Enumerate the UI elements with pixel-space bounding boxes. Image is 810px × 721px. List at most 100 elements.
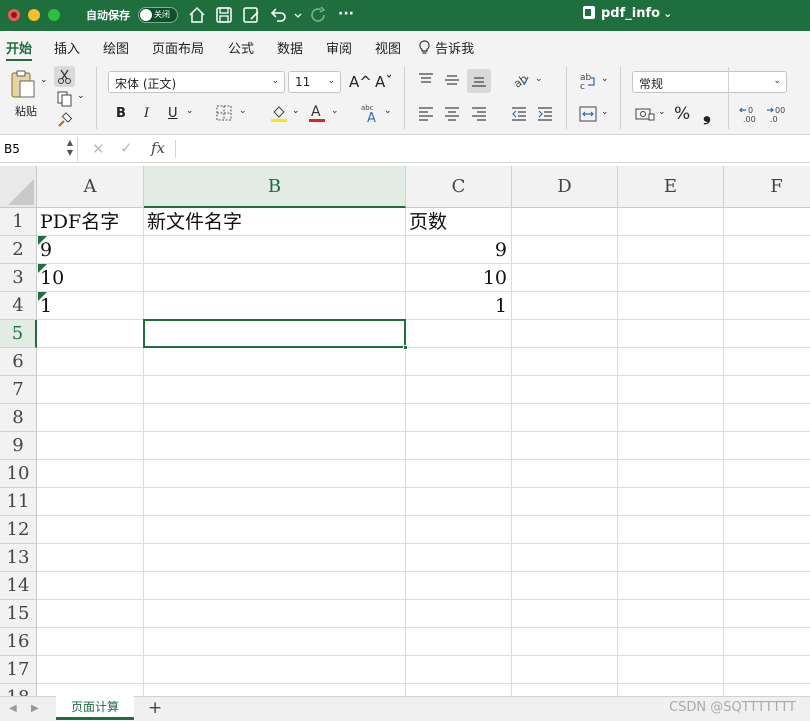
add-sheet-button[interactable]: + bbox=[148, 698, 162, 718]
merge-center-icon[interactable] bbox=[579, 106, 597, 122]
name-box-stepper-icon[interactable]: ▲ ▼ bbox=[67, 138, 73, 158]
zoom-window-button[interactable] bbox=[48, 9, 60, 21]
format-painter-icon[interactable] bbox=[56, 112, 73, 129]
number-as-text-indicator[interactable] bbox=[38, 264, 47, 273]
tab-insert[interactable]: 插入 bbox=[54, 38, 80, 57]
col-header-d[interactable]: D bbox=[512, 166, 618, 208]
row-header-17[interactable]: 17 bbox=[0, 656, 37, 684]
orientation-icon[interactable]: ab bbox=[512, 72, 530, 88]
tell-me[interactable]: 告诉我 bbox=[418, 38, 474, 57]
number-format-select[interactable]: 常规 ⌄ bbox=[632, 71, 787, 93]
col-header-b[interactable]: B bbox=[144, 166, 406, 208]
italic-button[interactable]: I bbox=[144, 106, 149, 121]
increase-indent-icon[interactable] bbox=[537, 107, 553, 121]
align-left-icon[interactable] bbox=[418, 107, 434, 121]
underline-button[interactable]: U bbox=[168, 106, 178, 121]
col-header-f[interactable]: F bbox=[724, 166, 810, 208]
tab-formulas[interactable]: 公式 bbox=[228, 38, 254, 57]
cell-c3[interactable]: 10 bbox=[406, 264, 511, 292]
save-as-icon[interactable] bbox=[241, 5, 261, 25]
row-header-9[interactable]: 9 bbox=[0, 432, 37, 460]
save-icon[interactable] bbox=[214, 5, 234, 25]
decrease-indent-icon[interactable] bbox=[511, 107, 527, 121]
prev-sheet-icon[interactable]: ◀ bbox=[9, 703, 17, 714]
next-sheet-icon[interactable]: ▶ bbox=[31, 703, 39, 714]
more-icon[interactable]: ··· bbox=[338, 6, 354, 22]
select-all-corner[interactable] bbox=[0, 166, 37, 208]
cell-c4[interactable]: 1 bbox=[406, 292, 511, 320]
wrap-text-icon[interactable]: ab c bbox=[579, 72, 597, 90]
col-header-e[interactable]: E bbox=[618, 166, 724, 208]
tab-review[interactable]: 审阅 bbox=[326, 38, 352, 57]
font-color-dropdown-icon[interactable]: ⌄ bbox=[331, 106, 339, 116]
cell-c2[interactable]: 9 bbox=[406, 236, 511, 264]
cell-a2[interactable]: 9 bbox=[37, 236, 143, 264]
undo-icon[interactable] bbox=[268, 5, 288, 25]
spreadsheet-grid[interactable]: ABCDEF123456789101112131415161718PDF名字新文… bbox=[0, 166, 810, 696]
insert-function-icon[interactable]: fx bbox=[151, 139, 165, 157]
title-caret-icon[interactable]: ⌄ bbox=[663, 7, 672, 20]
row-header-7[interactable]: 7 bbox=[0, 376, 37, 404]
increase-decimal-icon[interactable]: .00 0 bbox=[739, 105, 759, 123]
number-as-text-indicator[interactable] bbox=[38, 236, 47, 245]
cell-b1[interactable]: 新文件名字 bbox=[144, 208, 405, 236]
row-header-1[interactable]: 1 bbox=[0, 208, 37, 236]
row-header-4[interactable]: 4 bbox=[0, 292, 37, 320]
phonetic-guide-icon[interactable]: abc A bbox=[361, 103, 381, 123]
increase-font-size-icon[interactable]: A^ bbox=[349, 73, 372, 91]
align-center-icon[interactable] bbox=[444, 107, 460, 121]
row-header-12[interactable]: 12 bbox=[0, 516, 37, 544]
row-header-10[interactable]: 10 bbox=[0, 460, 37, 488]
row-header-8[interactable]: 8 bbox=[0, 404, 37, 432]
cell-a4[interactable]: 1 bbox=[37, 292, 143, 320]
home-icon[interactable] bbox=[187, 5, 207, 25]
name-box[interactable]: B5 ▲ ▼ bbox=[0, 137, 78, 161]
paste-icon[interactable] bbox=[10, 69, 36, 99]
borders-dropdown-icon[interactable]: ⌄ bbox=[239, 106, 247, 116]
row-header-11[interactable]: 11 bbox=[0, 488, 37, 516]
close-window-button[interactable] bbox=[8, 9, 20, 21]
decrease-decimal-icon[interactable]: .0 00 bbox=[766, 105, 786, 123]
accounting-dropdown-icon[interactable]: ⌄ bbox=[658, 107, 666, 117]
tab-page-layout[interactable]: 页面布局 bbox=[152, 38, 204, 57]
enter-formula-icon[interactable]: ✓ bbox=[120, 139, 133, 157]
row-header-2[interactable]: 2 bbox=[0, 236, 37, 264]
comma-style-button[interactable]: ❟ bbox=[703, 101, 711, 125]
row-header-16[interactable]: 16 bbox=[0, 628, 37, 656]
paste-dropdown-icon[interactable]: ⌄ bbox=[40, 75, 48, 85]
font-color-icon[interactable]: A bbox=[308, 103, 326, 123]
fill-color-icon[interactable] bbox=[270, 103, 288, 123]
merge-dropdown-icon[interactable]: ⌄ bbox=[601, 107, 609, 117]
copy-dropdown-icon[interactable]: ⌄ bbox=[77, 91, 85, 101]
fill-color-dropdown-icon[interactable]: ⌄ bbox=[292, 106, 300, 116]
cut-icon[interactable] bbox=[54, 66, 75, 87]
tab-home[interactable]: 开始 bbox=[6, 38, 33, 61]
phonetic-dropdown-icon[interactable]: ⌄ bbox=[384, 106, 392, 116]
tab-view[interactable]: 视图 bbox=[375, 38, 401, 57]
font-name-select[interactable]: 宋体 (正文) ⌄ bbox=[108, 71, 285, 93]
font-size-select[interactable]: 11 ⌄ bbox=[288, 71, 341, 93]
percent-style-button[interactable]: % bbox=[674, 104, 690, 124]
cancel-formula-icon[interactable]: ✕ bbox=[92, 140, 105, 158]
row-header-15[interactable]: 15 bbox=[0, 600, 37, 628]
decrease-font-size-icon[interactable]: Aˇ bbox=[375, 73, 393, 91]
tab-draw[interactable]: 绘图 bbox=[103, 38, 129, 57]
row-header-18[interactable]: 18 bbox=[0, 684, 37, 696]
underline-dropdown-icon[interactable]: ⌄ bbox=[186, 106, 194, 116]
number-as-text-indicator[interactable] bbox=[38, 292, 47, 301]
row-header-14[interactable]: 14 bbox=[0, 572, 37, 600]
wrap-text-dropdown-icon[interactable]: ⌄ bbox=[601, 74, 609, 84]
row-header-5[interactable]: 5 bbox=[0, 320, 37, 348]
accounting-format-icon[interactable] bbox=[635, 106, 655, 122]
autosave-toggle[interactable]: 关闭 bbox=[138, 7, 178, 23]
fill-handle[interactable] bbox=[403, 345, 408, 350]
orientation-dropdown-icon[interactable]: ⌄ bbox=[535, 74, 543, 84]
row-header-3[interactable]: 3 bbox=[0, 264, 37, 292]
active-cell-outline[interactable] bbox=[143, 319, 406, 348]
row-header-6[interactable]: 6 bbox=[0, 348, 37, 376]
align-bottom-icon[interactable] bbox=[467, 69, 491, 93]
cell-a3[interactable]: 10 bbox=[37, 264, 143, 292]
col-header-c[interactable]: C bbox=[406, 166, 512, 208]
sheet-tab[interactable]: 页面计算 bbox=[56, 696, 134, 720]
col-header-a[interactable]: A bbox=[37, 166, 144, 208]
